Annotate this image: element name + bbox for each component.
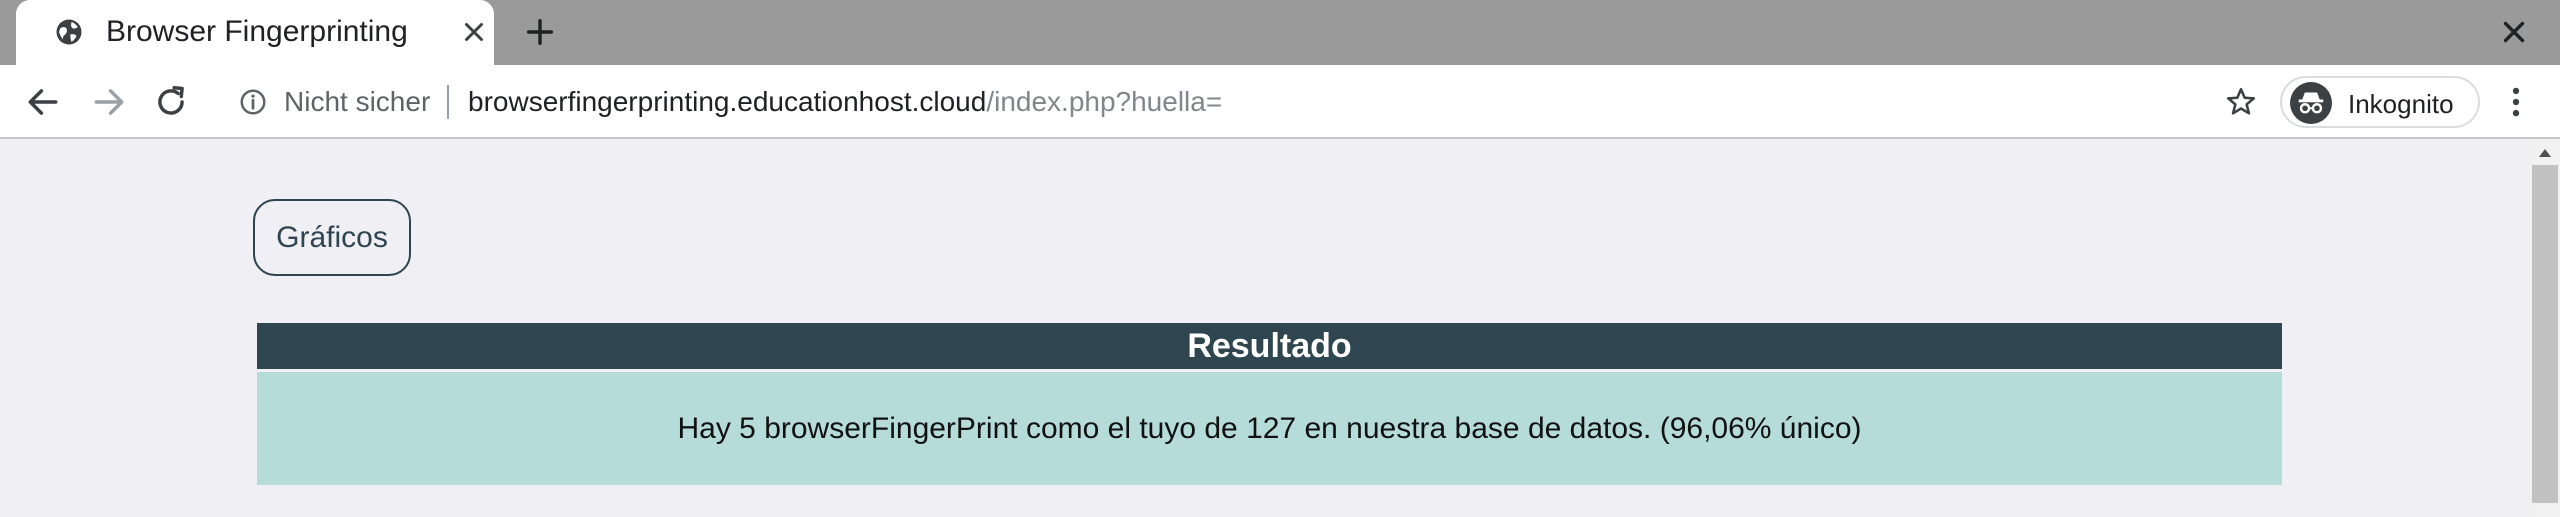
- result-header: Resultado: [257, 323, 2282, 369]
- url-path: /index.php?huella=: [986, 86, 1223, 117]
- globe-icon: [56, 19, 82, 45]
- vertical-scrollbar[interactable]: [2530, 139, 2560, 517]
- tab-title: Browser Fingerprinting: [106, 15, 408, 48]
- close-icon[interactable]: [459, 17, 489, 47]
- star-icon[interactable]: [2224, 85, 2258, 119]
- browser-tab[interactable]: Browser Fingerprinting: [16, 0, 494, 65]
- omnibox-divider: [447, 85, 449, 119]
- incognito-icon: [2290, 82, 2332, 124]
- arrow-left-icon[interactable]: [24, 83, 62, 121]
- profile-label: Inkognito: [2348, 89, 2454, 119]
- tab-strip: Browser Fingerprinting: [0, 0, 2560, 65]
- reload-icon[interactable]: [152, 83, 190, 121]
- scrollbar-thumb[interactable]: [2532, 165, 2558, 503]
- plus-icon[interactable]: [523, 15, 557, 49]
- kebab-menu-icon[interactable]: [2497, 83, 2535, 121]
- close-icon[interactable]: [2497, 15, 2531, 49]
- security-status[interactable]: Nicht sicher: [284, 86, 430, 118]
- scroll-up-arrow-icon[interactable]: [2539, 149, 2551, 157]
- page-viewport: Gráficos Resultado Hay 5 browserFingerPr…: [0, 139, 2560, 517]
- url-text[interactable]: browserfingerprinting.educationhost.clou…: [468, 86, 1222, 118]
- incognito-profile-button[interactable]: Inkognito: [2280, 76, 2480, 128]
- arrow-right-icon[interactable]: [90, 83, 128, 121]
- url-host: browserfingerprinting.educationhost.clou…: [468, 86, 987, 117]
- info-icon[interactable]: [238, 87, 268, 117]
- result-message: Hay 5 browserFingerPrint como el tuyo de…: [257, 372, 2282, 485]
- browser-toolbar: Nicht sicher browserfingerprinting.educa…: [0, 65, 2560, 139]
- graficos-button[interactable]: Gráficos: [253, 199, 411, 276]
- address-bar[interactable]: Nicht sicher browserfingerprinting.educa…: [216, 73, 2266, 131]
